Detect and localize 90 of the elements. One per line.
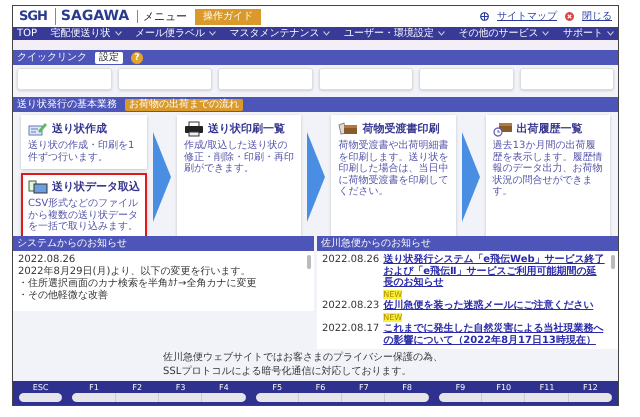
nav-menu-item[interactable]: マスタメンテナンス [229, 27, 330, 40]
privacy-notice: SSLプロトコルによる暗号化通信に対応しております。 [163, 365, 412, 379]
card-title: 送り状データ取込 [52, 180, 140, 194]
quick-link-tile[interactable] [218, 68, 312, 90]
nav-menu-item[interactable]: メール便ラベル [134, 27, 216, 40]
box-clock-icon [492, 121, 513, 137]
function-key-button[interactable] [568, 392, 612, 402]
key-label: F5 [271, 383, 284, 393]
function-key-button[interactable] [116, 392, 159, 402]
card-title: 送り状印刷一覧 [208, 122, 285, 136]
function-key-button[interactable] [438, 392, 482, 402]
card-title: 出荷履歴一覧 [516, 122, 583, 136]
section-title: 佐川急便からのお知らせ [321, 238, 431, 250]
monitor-document-icon [28, 179, 48, 195]
task-card[interactable]: 送り状作成 送り状の作成・印刷を1件ずつ行います。 [21, 115, 147, 169]
close-link[interactable]: 閉じる [582, 10, 612, 22]
notice-link[interactable]: 佐川急便を装った迷惑メールにご注意ください [383, 300, 594, 312]
function-key-button[interactable] [158, 392, 202, 402]
notice-text: ・住所選択画面のカナ検索を半角ｶﾅ→全角カナに変更 [18, 278, 258, 290]
key-label: F12 [582, 383, 599, 393]
key-label: F2 [131, 383, 144, 393]
function-key-button[interactable] [298, 392, 342, 402]
nav-menu-item[interactable]: TOP [17, 27, 38, 40]
form-pen-icon [28, 121, 48, 137]
quick-link-tile[interactable] [118, 68, 212, 90]
new-badge: NEW [383, 312, 402, 322]
flow-arrow-icon [307, 132, 326, 222]
key-label: F4 [218, 383, 230, 393]
function-key-button[interactable] [385, 392, 429, 402]
task-card[interactable]: 送り状データ取込 CSV形式などのファイルから複数の送り状データを一括で取り込みます。 [21, 173, 147, 238]
quick-link-tile[interactable] [419, 68, 514, 90]
printer-icon [184, 121, 204, 137]
quick-link-tile[interactable] [318, 68, 413, 90]
notice-text: 2022年8月29日(月)より、以下の変更を行います。 [18, 266, 252, 278]
notice-date: 2022.08.17 [322, 323, 380, 336]
key-label: F1 [88, 383, 100, 393]
quick-link-tile[interactable] [520, 68, 614, 90]
key-label: F8 [401, 383, 413, 393]
card-description: CSV形式などのファイルから複数の送り状データを一括で取り込みます。 [28, 198, 140, 232]
notice-date: 2022.08.23 [322, 300, 380, 313]
notice-text: 2022.08.26 [18, 254, 76, 266]
scrollbar-thumb[interactable] [611, 255, 615, 269]
card-title: 荷物受渡書印刷 [362, 122, 440, 136]
privacy-notice: 佐川急便ウェブサイトではお客さまのプライバシー保護の為、 [163, 351, 444, 365]
notice-text: ・その他軽微な改善 [18, 290, 109, 302]
card-description: 荷物受渡書や出荷明細書を印刷します。送り状を印刷した場合は、当日中に荷物受渡書を印刷してください。 [338, 140, 449, 198]
quick-link-tile[interactable] [17, 68, 112, 90]
function-key-button[interactable] [256, 392, 299, 402]
settings-button[interactable]: 設定 [95, 52, 123, 64]
brand-name: SAGAWA [54, 8, 130, 25]
section-title: システムからのお知らせ [17, 238, 127, 250]
key-label: F6 [314, 383, 326, 393]
globe-icon [480, 12, 489, 21]
card-title: 送り状作成 [52, 122, 107, 136]
function-key-button[interactable] [482, 392, 526, 402]
nav-menu-item[interactable]: その他のサービス [458, 27, 550, 40]
nav-menu-item[interactable]: ユーザー・環境設定 [344, 27, 445, 40]
card-description: 過去13か月間の出荷履歴を表示します。履歴情報のデータ出力、お荷物状況の問合せができます。 [492, 140, 603, 198]
key-label: F11 [538, 383, 556, 393]
flow-arrow-icon [462, 132, 480, 222]
function-key-button[interactable] [525, 392, 569, 402]
nav-menu-item[interactable]: サポート [562, 27, 614, 40]
function-key-button[interactable] [202, 392, 246, 402]
notice-link[interactable]: これまでに発生した自然災害による当社現業務への影響について（2022年8月17日13時現在） [383, 323, 606, 346]
flow-arrow-icon [153, 132, 171, 222]
task-card[interactable]: 荷物受渡書印刷 荷物受渡書や出荷明細書を印刷します。送り状を印刷した場合は、当日中に荷物受渡書を印刷してください。 [331, 115, 456, 238]
card-description: 作成/取込した送り状の修正・削除・印刷・再印刷ができます。 [184, 140, 294, 174]
logo-mark: SGH [19, 8, 47, 24]
box-document-icon [338, 121, 358, 137]
key-label: F7 [358, 383, 370, 393]
nav-menu-item[interactable]: 宅配便送り状 [50, 27, 122, 40]
scrollbar-thumb[interactable] [307, 255, 311, 269]
close-icon [565, 12, 574, 21]
function-key-button[interactable] [342, 392, 386, 402]
new-badge: NEW [383, 290, 402, 298]
section-title: クイックリンク [17, 52, 87, 64]
section-title: 送り状発行の基本業務 [17, 98, 117, 110]
notice-link[interactable]: 送り状発行システム「e飛伝Web」サービス終了および「e飛伝Ⅱ」サービスご利用可能期間の延長のお知らせ [383, 254, 606, 288]
card-description: 送り状の作成・印刷を1件ずつ行います。 [28, 140, 136, 163]
page-title: メニュー [137, 10, 188, 24]
function-key-button[interactable] [19, 392, 62, 402]
key-label: F3 [174, 383, 186, 393]
task-card[interactable]: 送り状印刷一覧 作成/取込した送り状の修正・削除・印刷・再印刷ができます。 [177, 115, 302, 238]
notice-date: 2022.08.26 [322, 254, 380, 267]
sitemap-link[interactable]: サイトマップ [497, 10, 557, 22]
key-label: F10 [495, 383, 512, 393]
key-label: F9 [454, 383, 466, 393]
key-label: ESC [32, 383, 50, 393]
task-card[interactable]: 出荷履歴一覧 過去13か月間の出荷履歴を表示します。履歴情報のデータ出力、お荷物状況の問合せができます。 [486, 115, 610, 238]
function-key-button[interactable] [72, 392, 116, 402]
